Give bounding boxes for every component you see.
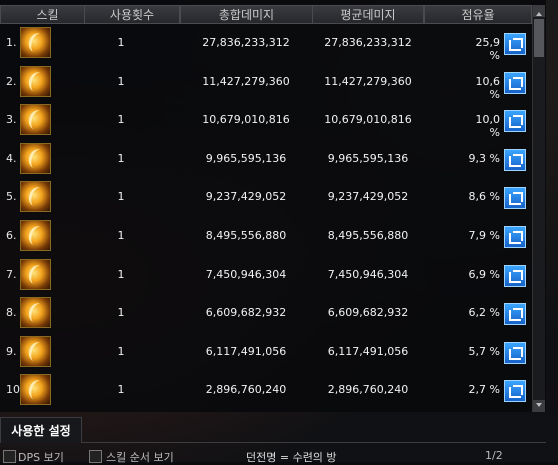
use-count: 1 [117, 229, 125, 242]
table-row: 5. 1 9,237,429,052 9,237,429,052 8,6 % [0, 178, 546, 216]
average-damage: 9,237,429,052 [327, 190, 409, 204]
use-count: 1 [117, 190, 125, 204]
skill-icon[interactable] [20, 374, 51, 406]
rank-number: 5. [6, 190, 17, 204]
share-percent: 9,3 % [468, 151, 500, 165]
table-row: 2. 1 11,427,279,360 11,427,279,360 10,6 % [0, 63, 546, 101]
total-damage: 10,679,010,816 [202, 113, 290, 127]
table-row: 1. 1 27,836,233,312 27,836,233,312 25,9 % [0, 24, 546, 62]
total-damage: 6,117,491,056 [205, 344, 287, 358]
header-share: 점유율 [424, 5, 532, 24]
use-count: 1 [117, 36, 125, 49]
rank-number: 7. [6, 267, 17, 281]
share-percent: 5,7 % [468, 344, 500, 358]
header-total-damage: 총합데미지 [180, 5, 313, 24]
average-damage: 8,495,556,880 [327, 229, 409, 242]
damage-stats-panel: 스킬 사용횟수 총합데미지 평균데미지 점유율 1. 1 27,836,233,31… [0, 0, 546, 412]
skill-icon[interactable] [20, 65, 51, 97]
total-damage: 11,427,279,360 [202, 74, 290, 88]
average-damage: 6,117,491,056 [327, 344, 409, 358]
rank-number: 3. [6, 113, 17, 127]
share-percent: 10,6 % [475, 74, 501, 101]
use-count: 1 [117, 383, 125, 397]
header-skill: 스킬 [0, 5, 95, 24]
total-damage: 27,836,233,312 [202, 36, 290, 49]
skill-icon[interactable] [20, 104, 51, 136]
average-damage: 10,679,010,816 [324, 113, 412, 127]
table-row: 7. 1 7,450,946,304 7,450,946,304 6,9 % [0, 256, 546, 294]
share-percent: 6,9 % [468, 267, 500, 281]
rank-number: 8. [6, 306, 17, 320]
total-damage: 8,495,556,880 [205, 229, 287, 242]
header-count: 사용횟수 [84, 5, 180, 24]
total-damage: 7,450,946,304 [205, 267, 287, 281]
bottom-bar: DPS 보기 스킬 순서 보기 던전명 = 수련의 방 1/2 [0, 446, 558, 464]
skill-icon[interactable] [20, 297, 51, 329]
share-percent: 25,9 % [475, 36, 501, 62]
share-percent: 8,6 % [468, 190, 500, 204]
share-icon[interactable] [504, 226, 526, 248]
dps-label: DPS 보기 [18, 451, 64, 464]
use-count: 1 [117, 267, 125, 281]
share-icon[interactable] [504, 33, 526, 55]
use-count: 1 [117, 306, 125, 320]
scroll-thumb[interactable] [534, 19, 544, 57]
share-icon[interactable] [504, 341, 526, 364]
rank-number: 4. [6, 151, 17, 165]
scrollbar[interactable] [532, 5, 545, 412]
share-icon[interactable] [504, 148, 526, 171]
skill-icon[interactable] [20, 258, 51, 290]
table-row: 4. 1 9,965,595,136 9,965,595,136 9,3 % [0, 140, 546, 178]
share-percent: 2,7 % [468, 383, 500, 397]
share-percent: 10,0 % [475, 113, 501, 140]
share-icon[interactable] [504, 380, 526, 403]
share-icon[interactable] [504, 303, 526, 326]
tab-used-settings[interactable]: 사용한 설정 [0, 417, 82, 443]
average-damage: 11,427,279,360 [324, 74, 412, 88]
rank-number: 2. [6, 74, 17, 88]
table-header: 스킬 사용횟수 총합데미지 평균데미지 점유율 [0, 5, 546, 24]
average-damage: 27,836,233,312 [324, 36, 412, 49]
total-damage: 9,237,429,052 [205, 190, 287, 204]
dungeon-name: 던전명 = 수련의 방 [246, 451, 337, 464]
table-row: 10. 1 2,896,760,240 2,896,760,240 2,7 % [0, 371, 546, 409]
table-row: 3. 1 10,679,010,816 10,679,010,816 10,0 % [0, 101, 546, 139]
share-icon[interactable] [504, 264, 526, 287]
scroll-down-button[interactable] [533, 400, 545, 412]
average-damage: 7,450,946,304 [327, 267, 409, 281]
share-icon[interactable] [504, 110, 526, 133]
tab-divider [82, 442, 546, 443]
use-count: 1 [117, 74, 125, 88]
skill-icon[interactable] [20, 335, 51, 367]
average-damage: 2,896,760,240 [327, 383, 409, 397]
total-damage: 2,896,760,240 [205, 383, 287, 397]
use-count: 1 [117, 151, 125, 165]
skill-icon[interactable] [20, 220, 51, 251]
total-damage: 9,965,595,136 [205, 151, 287, 165]
share-percent: 7,9 % [468, 229, 500, 242]
average-damage: 6,609,682,932 [327, 306, 409, 320]
table-row: 6. 1 8,495,556,880 8,495,556,880 7,9 % [0, 217, 546, 255]
page-indicator: 1/2 [485, 449, 503, 462]
total-damage: 6,609,682,932 [205, 306, 287, 320]
skill-icon[interactable] [20, 27, 51, 58]
skill-order-label: 스킬 순서 보기 [106, 451, 174, 464]
average-damage: 9,965,595,136 [327, 151, 409, 165]
table-row: 9. 1 6,117,491,056 6,117,491,056 5,7 % [0, 333, 546, 371]
rank-number: 9. [6, 344, 17, 358]
share-icon[interactable] [504, 187, 526, 210]
share-icon[interactable] [504, 71, 526, 94]
share-percent: 6,2 % [468, 306, 500, 320]
rank-number: 6. [6, 229, 17, 242]
table-row: 8. 1 6,609,682,932 6,609,682,932 6,2 % [0, 294, 546, 332]
scroll-up-button[interactable] [533, 5, 545, 17]
skill-icon[interactable] [20, 142, 51, 174]
skill-icon[interactable] [20, 181, 51, 213]
rank-number: 1. [6, 36, 17, 49]
use-count: 1 [117, 344, 125, 358]
header-avg-damage: 평균데미지 [312, 5, 424, 24]
skill-order-checkbox[interactable] [89, 450, 102, 463]
dps-checkbox[interactable] [3, 450, 16, 463]
use-count: 1 [117, 113, 125, 127]
